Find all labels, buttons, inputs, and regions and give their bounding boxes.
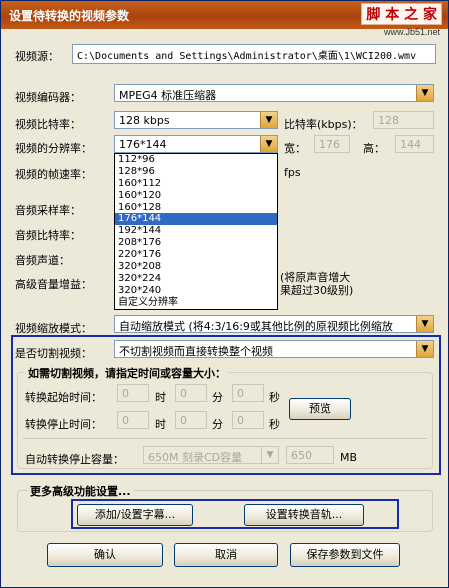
start-hour-unit: 时	[155, 391, 166, 404]
video-encoder-label: 视频编码器：	[15, 91, 81, 104]
video-encoder-value: MPEG4 标准压缩器	[119, 89, 217, 102]
video-resolution-label: 视频的分辨率：	[15, 142, 92, 155]
add-subtitle-button[interactable]: 添加/设置字幕...	[77, 504, 193, 526]
resolution-option[interactable]: 320*208	[115, 261, 277, 273]
height-label: 高：	[363, 142, 385, 155]
video-bitrate-value: 128 kbps	[119, 114, 170, 127]
settings-dialog: 设置待转换的视频参数 脚 本 之 家 www.Jb51.net 视频源： C:\…	[0, 0, 449, 588]
video-resolution-value: 176*144	[119, 138, 167, 151]
save-params-button[interactable]: 保存参数到文件	[290, 543, 400, 567]
bitrate-kbps-label: 比特率(kbps)：	[284, 118, 363, 131]
start-time-label: 转换起始时间：	[25, 391, 102, 404]
preview-button[interactable]: 预览	[289, 398, 351, 420]
chevron-down-icon[interactable]: ▼	[416, 85, 433, 101]
mb-label: MB	[340, 451, 358, 464]
audio-samplerate-label: 音频采样率：	[15, 204, 81, 217]
audio-gain-label: 高级音量增益：	[15, 278, 92, 291]
resolution-option[interactable]: 128*96	[115, 166, 277, 178]
resolution-option[interactable]: 320*224	[115, 273, 277, 285]
start-minute-field[interactable]: 0	[175, 384, 207, 402]
framerate-label: 视频的帧速率：	[15, 168, 92, 181]
source-path-field[interactable]: C:\Documents and Settings\Administrator\…	[72, 44, 436, 64]
scale-mode-value: 自动缩放模式 (将4:3/16:9或其他比例的原视频比例缩放	[119, 320, 393, 333]
resolution-option[interactable]: 160*112	[115, 178, 277, 190]
chevron-down-icon[interactable]: ▼	[416, 341, 433, 357]
chevron-down-icon[interactable]: ▼	[260, 112, 277, 128]
stop-time-label: 转换停止时间：	[25, 418, 102, 431]
start-minute-unit: 分	[212, 391, 223, 404]
source-label: 视频源：	[15, 50, 59, 63]
title-bar[interactable]: 设置待转换的视频参数 脚 本 之 家	[1, 1, 448, 29]
stop-minute-field[interactable]: 0	[175, 411, 207, 429]
capacity-value: 650M 刻录CD容量	[148, 451, 243, 464]
video-resolution-select[interactable]: 176*144 ▼	[114, 135, 278, 153]
scale-mode-label: 视频缩放模式：	[15, 322, 92, 335]
fps-label: fps	[284, 166, 301, 179]
advanced-group-title: 更多高级功能设置...	[27, 483, 134, 499]
set-audio-track-button[interactable]: 设置转换音轨...	[244, 504, 364, 526]
watermark-logo: 脚 本 之 家	[361, 3, 442, 25]
height-field[interactable]: 144	[395, 135, 434, 153]
width-label: 宽：	[284, 142, 306, 155]
width-field[interactable]: 176	[314, 135, 350, 153]
resolution-option[interactable]: 220*176	[115, 249, 277, 261]
resolution-dropdown-list[interactable]: 112*96 128*96 160*112 160*120 160*128 176*144…	[114, 153, 278, 310]
cut-video-label: 是否切割视频：	[15, 347, 92, 360]
resolution-option[interactable]: 160*120	[115, 190, 277, 202]
cut-group-title: 如需切割视频，请指定时间或容量大小：	[25, 365, 229, 381]
audio-bitrate-label: 音频比特率：	[15, 229, 81, 242]
ok-button[interactable]: 确认	[47, 543, 163, 567]
stop-hour-field[interactable]: 0	[117, 411, 149, 429]
resolution-option[interactable]: 自定义分辨率	[115, 297, 277, 309]
chevron-down-icon[interactable]: ▼	[416, 316, 433, 332]
stop-second-unit: 秒	[269, 418, 280, 431]
audio-channel-label: 音频声道：	[15, 254, 70, 267]
stop-second-field[interactable]: 0	[232, 411, 264, 429]
start-second-field[interactable]: 0	[232, 384, 264, 402]
capacity-label: 自动转换停止容量：	[25, 453, 124, 466]
audio-gain-note-2: 果超过30级别)	[280, 284, 354, 297]
dialog-title: 设置待转换的视频参数	[9, 9, 130, 23]
stop-minute-unit: 分	[212, 418, 223, 431]
video-encoder-select[interactable]: MPEG4 标准压缩器 ▼	[114, 84, 434, 102]
bitrate-kbps-field[interactable]: 128	[373, 111, 434, 129]
resolution-option[interactable]: 176*144	[115, 213, 277, 226]
start-second-unit: 秒	[269, 391, 280, 404]
video-bitrate-label: 视频比特率：	[15, 118, 81, 131]
resolution-option[interactable]: 192*144	[115, 225, 277, 237]
stop-hour-unit: 时	[155, 418, 166, 431]
separator	[23, 438, 427, 439]
capacity-select[interactable]: 650M 刻录CD容量 ▼	[143, 446, 279, 464]
chevron-down-icon[interactable]: ▼	[261, 447, 278, 463]
cut-video-select[interactable]: 不切割视频而直接转换整个视频 ▼	[114, 340, 434, 358]
resolution-option[interactable]: 160*128	[115, 202, 277, 214]
start-hour-field[interactable]: 0	[117, 384, 149, 402]
resolution-option[interactable]: 320*240	[115, 285, 277, 297]
capacity-mb-field[interactable]: 650	[286, 446, 334, 464]
resolution-option[interactable]: 112*96	[115, 154, 277, 166]
video-bitrate-select[interactable]: 128 kbps ▼	[114, 111, 278, 129]
resolution-option[interactable]: 208*176	[115, 237, 277, 249]
watermark-url: www.Jb51.net	[383, 27, 440, 37]
cut-video-value: 不切割视频而直接转换整个视频	[119, 345, 273, 358]
scale-mode-select[interactable]: 自动缩放模式 (将4:3/16:9或其他比例的原视频比例缩放 ▼	[114, 315, 434, 333]
chevron-down-icon[interactable]: ▼	[260, 136, 277, 152]
cancel-button[interactable]: 取消	[174, 543, 278, 567]
